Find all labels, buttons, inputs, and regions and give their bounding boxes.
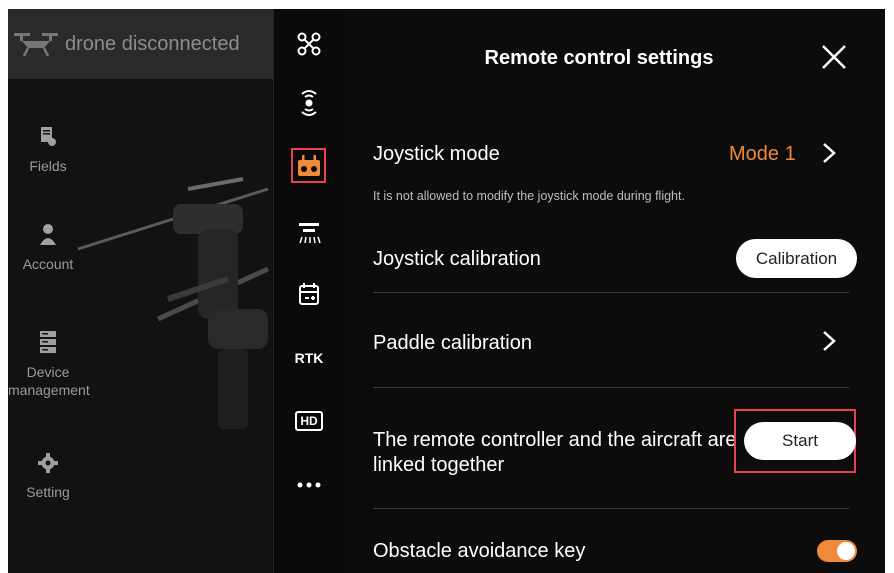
- link-label-line1: The remote controller and the aircraft a…: [373, 429, 737, 451]
- nav-item-fields[interactable]: Fields: [8, 127, 88, 175]
- obstacle-avoidance-toggle[interactable]: [817, 540, 857, 562]
- drone-status-text: drone disconnected: [65, 33, 240, 55]
- spray-settings-icon[interactable]: [274, 216, 344, 252]
- remote-control-settings-panel: Remote control settings Joystick mode Mo…: [344, 9, 885, 573]
- joystick-calibration-label: Joystick calibration: [373, 248, 541, 270]
- divider: [373, 387, 849, 388]
- remote-controller-icon[interactable]: [274, 150, 344, 181]
- nav-label-device-management: Device management: [8, 364, 90, 398]
- panel-title: Remote control settings: [484, 47, 714, 69]
- hd-label: HD: [295, 411, 323, 431]
- joystick-mode-label: Joystick mode: [373, 143, 500, 165]
- hd-video-icon[interactable]: HD: [274, 406, 344, 436]
- paddle-calibration-chevron-icon[interactable]: [822, 330, 836, 352]
- link-label-line2: linked together: [373, 454, 505, 476]
- nav-item-account[interactable]: Account: [8, 223, 88, 273]
- joystick-mode-value[interactable]: Mode 1: [729, 143, 796, 166]
- divider: [373, 292, 849, 293]
- joystick-mode-hint: It is not allowed to modify the joystick…: [373, 189, 685, 203]
- nav-item-device-management[interactable]: Device management: [8, 331, 90, 399]
- close-icon[interactable]: [818, 41, 850, 73]
- settings-category-column: RTK HD: [273, 9, 345, 573]
- device-icon: [8, 331, 88, 357]
- more-icon[interactable]: [274, 473, 344, 497]
- divider: [373, 508, 849, 509]
- account-icon: [8, 223, 88, 249]
- paddle-calibration-label: Paddle calibration: [373, 332, 532, 354]
- nav-item-setting[interactable]: Setting: [8, 453, 88, 501]
- left-panel: drone disconnected Fields Account Device…: [8, 9, 273, 573]
- rtk-label: RTK: [294, 350, 324, 366]
- rtk-settings-tab[interactable]: RTK: [274, 346, 344, 370]
- nav-label-setting: Setting: [26, 484, 70, 500]
- nav-label-fields: Fields: [29, 158, 67, 174]
- joystick-mode-chevron-icon[interactable]: [822, 142, 836, 164]
- nav-label-account: Account: [22, 256, 74, 272]
- link-label: The remote controller and the aircraft a…: [373, 428, 737, 478]
- app-window: drone disconnected Fields Account Device…: [8, 9, 885, 573]
- aircraft-settings-icon[interactable]: [274, 27, 344, 61]
- task-calendar-icon[interactable]: [274, 277, 344, 311]
- setting-icon: [8, 453, 88, 477]
- obstacle-avoidance-label: Obstacle avoidance key: [373, 540, 586, 562]
- toggle-knob: [837, 542, 855, 560]
- drone-illustration: [77, 177, 270, 429]
- fields-icon: [8, 127, 88, 151]
- signal-settings-icon[interactable]: [274, 85, 344, 121]
- calibration-button[interactable]: Calibration: [736, 239, 857, 278]
- drone-icon: [14, 31, 58, 62]
- drone-status-bar: drone disconnected: [8, 9, 273, 79]
- start-button[interactable]: Start: [744, 422, 856, 460]
